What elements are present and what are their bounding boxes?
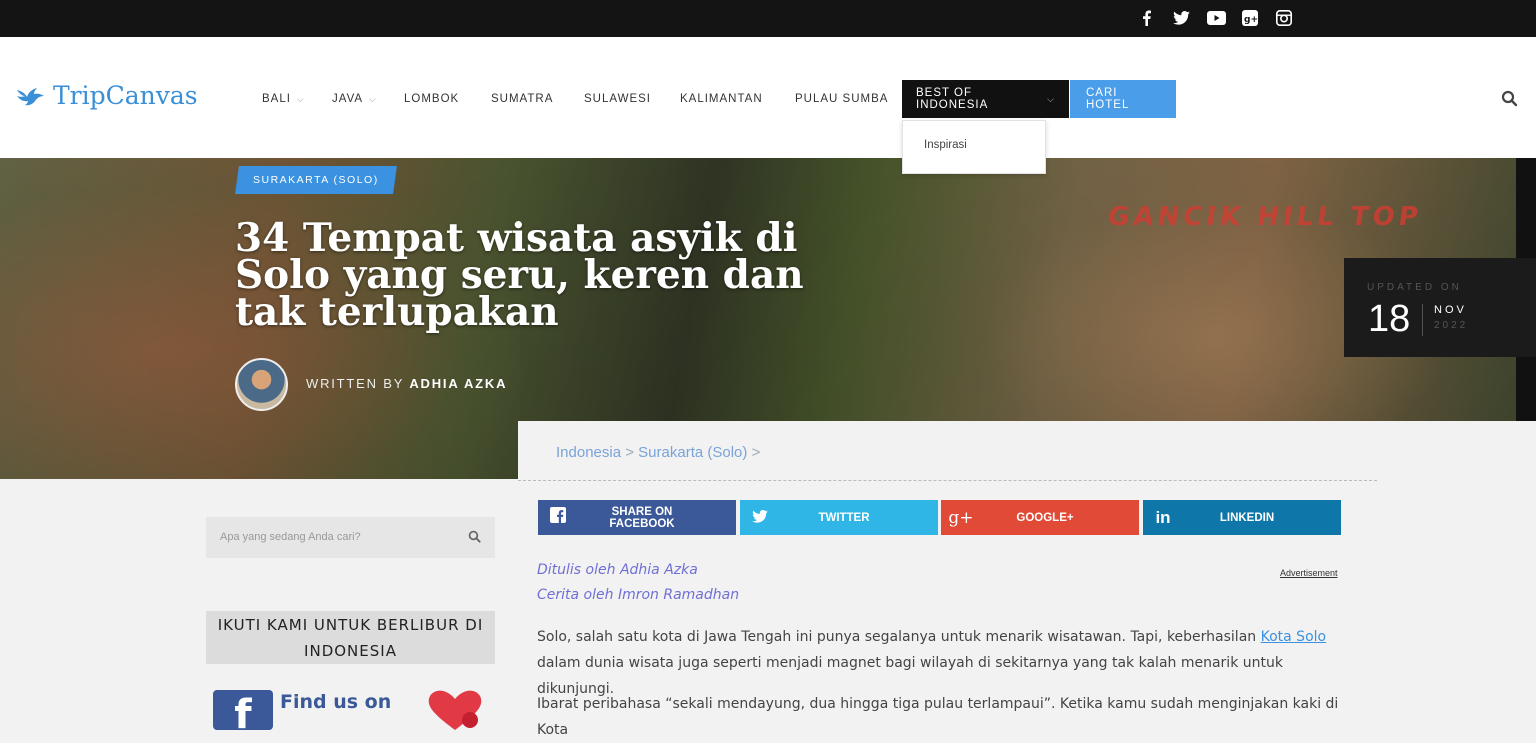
facebook-icon [538,507,578,528]
article-paragraph: Ibarat peribahasa “sekali mendayung, dua… [537,696,1339,738]
chevron-down-icon: ⌵ [369,93,377,104]
article-author-credit[interactable]: Ditulis oleh Adhia Azka [537,562,698,578]
updated-day: 18 [1368,298,1411,340]
top-bar: g+ [0,0,1536,37]
chevron-down-icon: ⌵ [1047,93,1055,104]
author-byline: WRITTEN BY ADHIA AZKA [306,376,508,391]
updated-year: 2022 [1434,320,1469,331]
nav-item-lombok[interactable]: LOMBOK [404,80,459,118]
heart-icon [428,690,482,730]
share-google-plus-button[interactable]: g+ GOOGLE+ [941,500,1139,535]
category-badge[interactable]: SURAKARTA (SOLO) [235,166,397,194]
site-header: TripCanvas BALI ⌵ JAVA ⌵ LOMBOK SUMATRA SU… [0,37,1536,158]
nav-item-java[interactable]: JAVA ⌵ [332,80,377,118]
article-title: 34 Tempat wisata asyik di Solo yang seru… [235,215,804,335]
share-twitter-button[interactable]: TWITTER [740,500,938,535]
nav-item-kalimantan[interactable]: KALIMANTAN [680,80,763,118]
linkedin-icon: in [1155,507,1171,527]
bird-logo-icon [17,87,44,105]
advertisement-link[interactable]: Advertisement [1280,568,1338,578]
nav-item-bali[interactable]: BALI ⌵ [262,80,305,118]
twitter-icon[interactable] [1172,8,1190,28]
kota-solo-link[interactable]: Kota Solo [1261,629,1326,645]
nav-item-pulau-sumba[interactable]: PULAU SUMBA [795,80,888,118]
search-icon[interactable] [468,530,482,544]
updated-date-box: UPDATED ON 18 NOV 2022 [1344,258,1536,357]
youtube-icon[interactable] [1206,8,1226,28]
follow-us-heading: IKUTI KAMI UNTUK BERLIBUR DI INDONESIA [206,611,495,664]
updated-month: NOV [1434,304,1467,316]
breadcrumb: Indonesia > Surakarta (Solo) > [556,444,761,461]
site-logo[interactable]: TripCanvas [15,81,198,110]
find-us-on-facebook-text[interactable]: Find us on [280,691,391,713]
google-plus-icon: g+ [948,507,974,528]
twitter-icon [740,508,780,528]
share-linkedin-button[interactable]: in LINKEDIN [1143,500,1341,535]
author-name[interactable]: ADHIA AZKA [409,376,507,391]
google-plus-icon[interactable]: g+ [1241,8,1259,28]
breadcrumb-indonesia[interactable]: Indonesia [556,444,621,461]
instagram-icon[interactable] [1275,8,1293,28]
article-story-credit[interactable]: Cerita oleh Imron Ramadhan [537,587,739,603]
hill-top-sign: GANCIK HILL TOP [1105,202,1424,232]
nav-dropdown-menu: Inspirasi [902,120,1046,174]
divider [518,480,1377,481]
chevron-down-icon: ⌵ [296,93,305,104]
logo-text: TripCanvas [53,81,198,110]
svg-text:g+: g+ [1244,15,1258,25]
nav-item-best-of-indonesia[interactable]: BEST OF INDONESIA ⌵ [902,80,1069,118]
dropdown-item-inspirasi[interactable]: Inspirasi [924,139,967,151]
facebook-icon[interactable] [1138,8,1154,28]
share-facebook-button[interactable]: SHARE ON FACEBOOK [538,500,736,535]
sidebar-search-input[interactable]: Apa yang sedang Anda cari? [206,517,495,558]
nav-item-sulawesi[interactable]: SULAWESI [584,80,651,118]
author-avatar[interactable] [235,358,288,411]
nav-item-sumatra[interactable]: SUMATRA [491,80,553,118]
search-icon[interactable] [1501,90,1519,108]
breadcrumb-surakarta[interactable]: Surakarta (Solo) [638,444,747,461]
facebook-logo-icon[interactable]: f [213,690,273,738]
nav-item-cari-hotel[interactable]: CARI HOTEL [1070,80,1176,118]
